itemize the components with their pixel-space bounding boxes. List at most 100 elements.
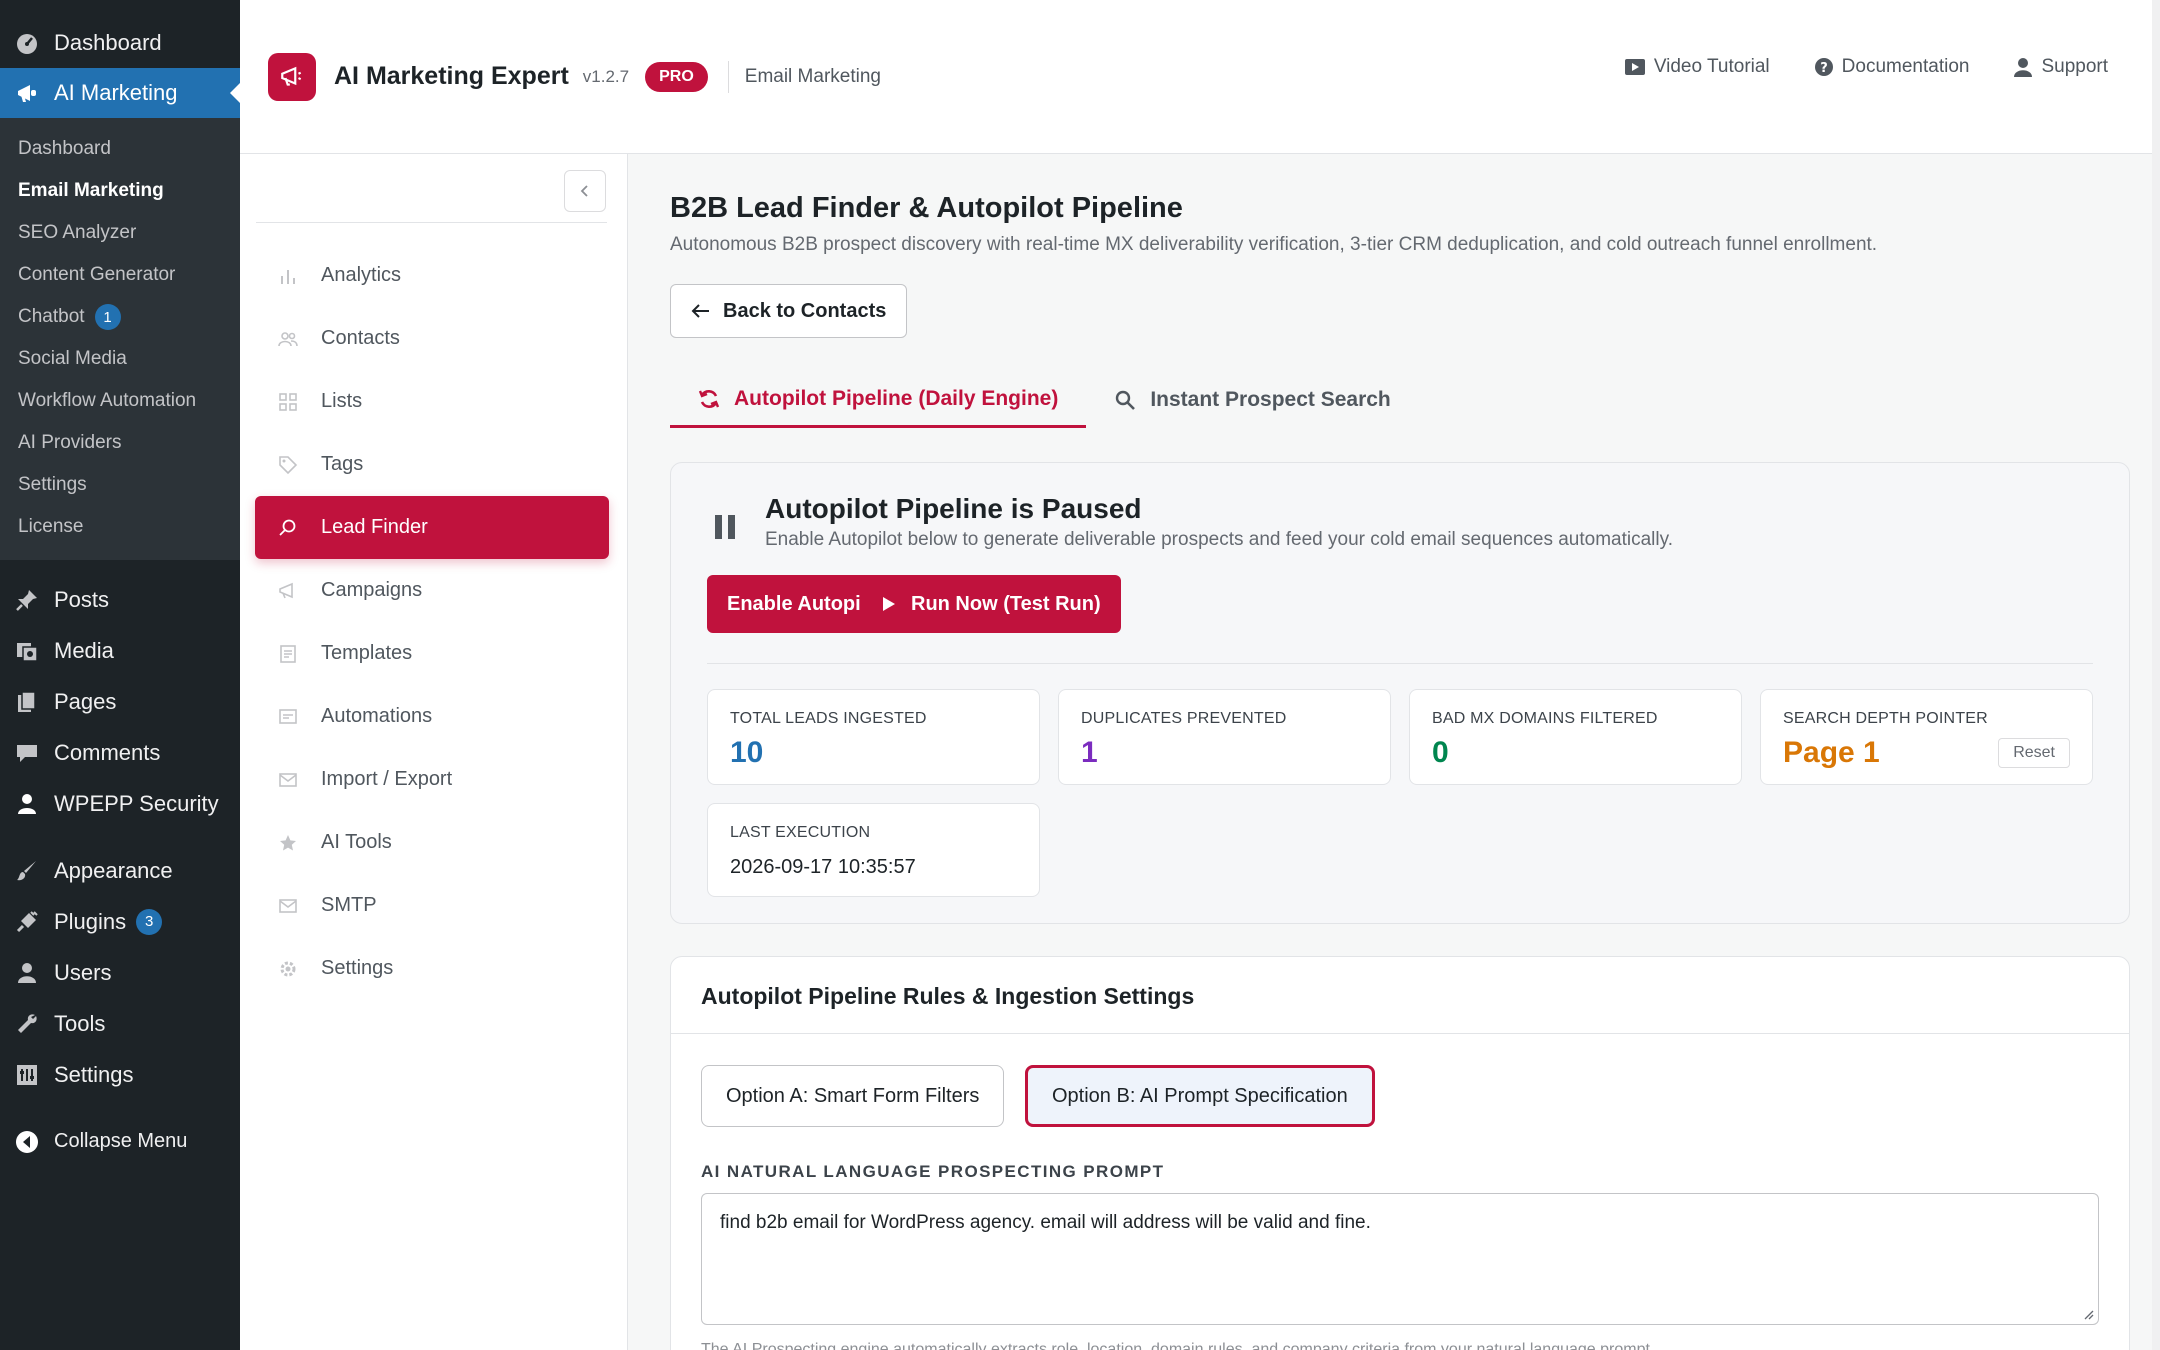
megaphone-icon [277,580,299,602]
submenu-seo-analyzer[interactable]: SEO Analyzer [0,212,240,254]
envelope-icon [277,895,299,917]
comment-icon [14,740,40,766]
submenu-label: License [18,516,84,537]
wp-menu-comments[interactable]: Comments [0,727,240,778]
wp-menu-tools[interactable]: Tools [0,998,240,1049]
nav-item-tags[interactable]: Tags [255,433,609,496]
collapse-menu-label: Collapse Menu [54,1130,188,1152]
stat-label: LAST EXECUTION [730,824,871,841]
option-b-ai-prompt[interactable]: Option B: AI Prompt Specification [1025,1065,1375,1127]
submenu-dashboard[interactable]: Dashboard [0,128,240,170]
plugins-update-badge: 3 [136,908,163,935]
tab-label: Autopilot Pipeline (Daily Engine) [734,386,1059,410]
stat-label: DUPLICATES PREVENTED [1081,710,1287,727]
wp-menu-posts[interactable]: Posts [0,574,240,625]
stat-label: BAD MX DOMAINS FILTERED [1432,710,1658,727]
wp-menu-appearance[interactable]: Appearance [0,845,240,896]
nav-item-analytics[interactable]: Analytics [255,244,609,307]
wp-menu-label: Plugins [54,908,127,934]
support-person-icon [2014,58,2033,77]
nav-item-label: SMTP [321,894,377,916]
wp-menu-label: Users [54,959,112,985]
nav-item-automations[interactable]: Automations [255,685,609,748]
mail-icon [277,769,299,791]
stat-bad-mx-filtered: BAD MX DOMAINS FILTERED 0 [1409,689,1742,785]
wp-main-menu: Posts Media Pages Comments WPEPP Securit… [0,560,240,1167]
arrow-left-icon [691,304,709,318]
wp-menu-settings[interactable]: Settings [0,1049,240,1100]
prospecting-prompt-textarea[interactable]: find b2b email for WordPress agency. ema… [701,1193,2099,1325]
wp-menu-plugins[interactable]: Plugins 3 [0,896,240,947]
brand-name: AI Marketing Expert [334,62,569,90]
wp-menu-ai-marketing[interactable]: AI Marketing [0,68,240,118]
brand-logo [268,52,316,101]
magnifier-icon [1116,390,1136,410]
tab-instant-prospect-search[interactable]: Instant Prospect Search [1086,372,1418,428]
play-icon [883,597,895,611]
nav-item-lead-finder[interactable]: Lead Finder [255,496,609,559]
documentation-label: Documentation [1841,56,1970,77]
pin-icon [14,587,40,613]
tab-autopilot-pipeline[interactable]: Autopilot Pipeline (Daily Engine) [670,372,1087,428]
wp-menu-media[interactable]: Media [0,625,240,676]
nav-item-smtp[interactable]: SMTP [255,874,609,937]
pipeline-rules-card: Autopilot Pipeline Rules & Ingestion Set… [670,956,2130,1350]
stat-search-depth: SEARCH DEPTH POINTER Page 1 Reset [1760,689,2093,785]
wp-collapse-menu[interactable]: Collapse Menu [0,1116,240,1167]
wp-menu-label: Settings [54,1061,134,1087]
support-label: Support [2041,56,2108,77]
submenu-social-media[interactable]: Social Media [0,338,240,380]
submenu-ai-providers[interactable]: AI Providers [0,422,240,464]
tag-icon [277,454,299,476]
nav-item-label: Automations [321,705,433,727]
tab-label: Instant Prospect Search [1150,388,1391,411]
submenu-chatbot[interactable]: Chatbot 1 [0,296,240,338]
brush-icon [14,858,40,884]
nav-item-settings[interactable]: Settings [255,937,609,1000]
status-subtitle: Enable Autopilot below to generate deliv… [765,529,1673,550]
wp-menu-wpepp-security[interactable]: WPEPP Security [0,778,240,829]
support-link[interactable]: Support [2013,56,2108,78]
submenu-settings[interactable]: Settings [0,464,240,506]
document-icon [277,643,299,665]
nav-item-ai-tools[interactable]: AI Tools [255,811,609,874]
section-breadcrumb: Email Marketing [744,65,881,87]
nav-item-lists[interactable]: Lists [255,370,609,433]
stat-value: Page 1 [1783,736,1880,769]
page-subtitle: Autonomous B2B prospect discovery with r… [670,234,1878,255]
nav-item-label: Analytics [321,264,402,286]
status-title: Autopilot Pipeline is Paused [765,493,1142,524]
users-icon [277,328,299,350]
nav-collapse-button[interactable] [564,170,606,212]
help-icon: ? [1814,58,1833,76]
stat-total-leads: TOTAL LEADS INGESTED 10 [707,689,1040,785]
wp-menu-users[interactable]: Users [0,947,240,998]
run-now-button[interactable]: Run Now (Test Run) [861,575,1121,633]
stat-value: 0 [1432,736,1449,769]
grid-icon [277,391,299,413]
wp-menu-label: WPEPP Security [54,790,219,816]
wp-menu-label: Posts [54,586,110,612]
back-to-contacts-button[interactable]: Back to Contacts [670,284,908,338]
resize-grip-icon[interactable] [2082,1308,2094,1320]
reset-depth-button[interactable]: Reset [1998,738,2070,768]
wp-menu-dashboard-label: Dashboard [54,30,162,55]
nav-item-label: Contacts [321,327,400,349]
submenu-email-marketing[interactable]: Email Marketing [0,170,240,212]
submenu-workflow-automation[interactable]: Workflow Automation [0,380,240,422]
submenu-license[interactable]: License [0,506,240,548]
run-now-label: Run Now (Test Run) [911,592,1101,615]
submenu-content-generator[interactable]: Content Generator [0,254,240,296]
nav-item-import-export[interactable]: Import / Export [255,748,609,811]
nav-item-label: AI Tools [321,831,392,853]
last-execution-value: 2026-09-17 10:35:57 [730,856,916,878]
wp-menu-pages[interactable]: Pages [0,676,240,727]
documentation-link[interactable]: ? Documentation [1814,56,1970,78]
nav-item-contacts[interactable]: Contacts [255,307,609,370]
option-a-smart-form-filters[interactable]: Option A: Smart Form Filters [701,1065,1005,1127]
nav-item-campaigns[interactable]: Campaigns [255,559,609,622]
nav-item-templates[interactable]: Templates [255,622,609,685]
video-tutorial-link[interactable]: Video Tutorial [1624,56,1770,78]
stat-duplicates-prevented: DUPLICATES PREVENTED 1 [1058,689,1391,785]
stat-label: TOTAL LEADS INGESTED [730,710,927,727]
